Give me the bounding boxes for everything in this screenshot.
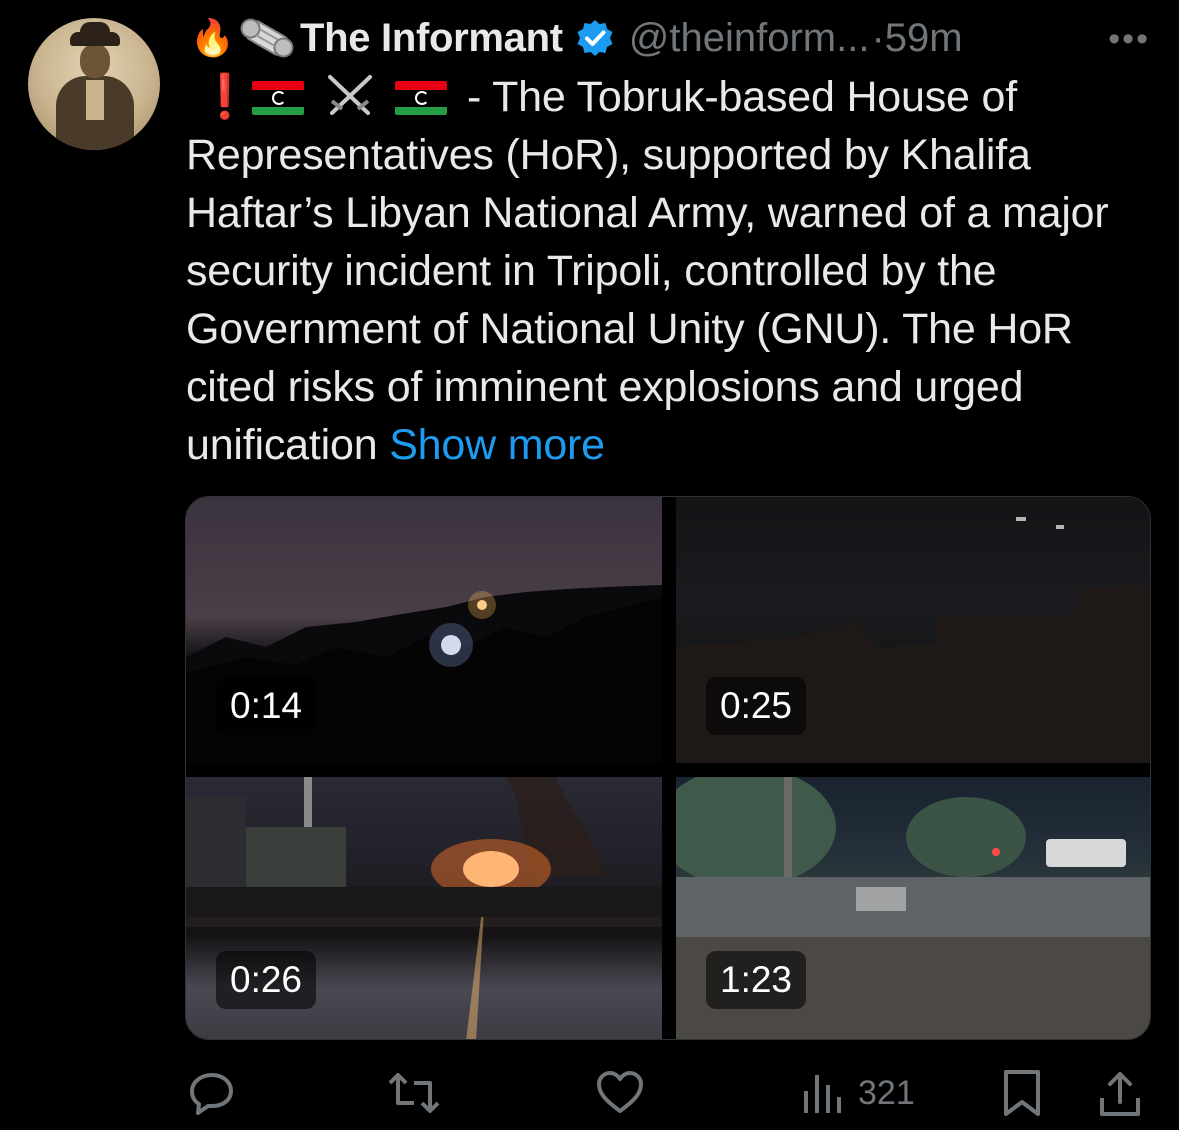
tweet-text: ❗ - The Tobruk-based House of Representa… (186, 68, 1146, 474)
video-thumbnail[interactable]: 0:14 (186, 497, 662, 763)
reply-icon (190, 1073, 233, 1115)
tweet-time[interactable]: 59m (885, 16, 963, 61)
avatar[interactable] (28, 18, 160, 150)
avatar-figure-head (80, 44, 110, 78)
crossed-swords-icon (327, 75, 372, 115)
tweet-body-text: - The Tobruk-based House of Representati… (186, 73, 1109, 469)
libya-flag-icon (395, 81, 448, 115)
tweet-header: 🔥 The Informant @theinform... · 59m ••• (190, 12, 1150, 64)
like-button[interactable] (595, 1062, 645, 1124)
video-duration: 0:26 (216, 951, 317, 1009)
like-icon (597, 1071, 643, 1113)
views-button[interactable]: 321 (800, 1062, 915, 1124)
avatar-hat-brim (70, 32, 120, 46)
video-thumbnail[interactable]: 0:26 (186, 777, 662, 1039)
fire-emoji-icon: 🔥 (190, 17, 235, 58)
reply-button[interactable] (188, 1062, 236, 1124)
repost-button[interactable] (388, 1062, 440, 1124)
bookmark-icon (1004, 1070, 1040, 1116)
share-icon (1100, 1072, 1140, 1116)
video-thumbnail[interactable]: 1:23 (676, 777, 1150, 1039)
video-duration: 0:25 (706, 677, 807, 735)
video-duration: 1:23 (706, 951, 807, 1009)
show-more-link[interactable]: Show more (389, 421, 605, 469)
author-handle[interactable]: @theinform... (629, 16, 870, 61)
more-options-icon[interactable]: ••• (1108, 20, 1150, 59)
libya-flag-icon (251, 81, 304, 115)
media-grid: 0:14 0:25 0:26 1:23 (185, 496, 1151, 1040)
views-count: 321 (858, 1073, 915, 1112)
action-bar: 321 (180, 1062, 1155, 1124)
author-name[interactable]: The Informant (300, 16, 563, 61)
video-duration: 0:14 (216, 677, 317, 735)
video-thumbnail[interactable]: 0:25 (676, 497, 1150, 763)
time-separator: · (871, 15, 885, 60)
scroll-emoji-icon (240, 18, 294, 58)
bookmark-button[interactable] (1002, 1062, 1042, 1124)
views-icon (804, 1075, 841, 1113)
repost-icon (388, 1073, 440, 1113)
exclamation-emoji-icon: ❗ (198, 73, 252, 121)
verified-badge-icon[interactable] (575, 18, 615, 58)
share-button[interactable] (1098, 1062, 1142, 1124)
avatar-figure-vest (86, 80, 104, 120)
